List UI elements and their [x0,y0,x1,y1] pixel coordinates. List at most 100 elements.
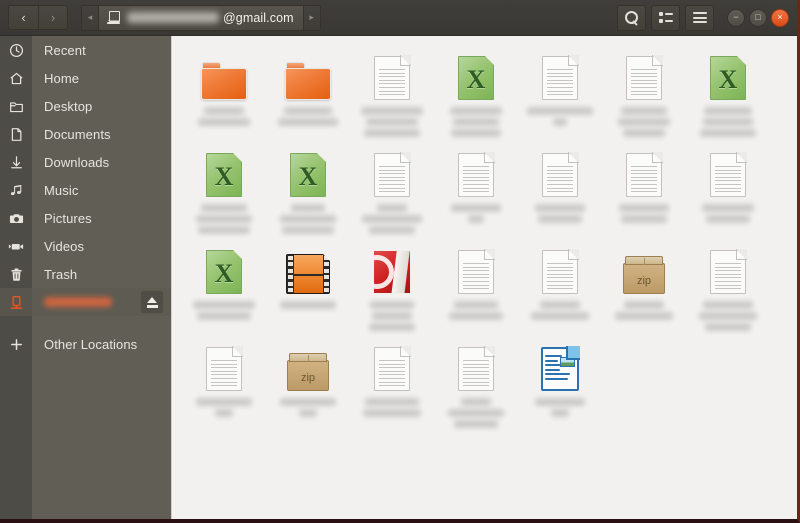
file-item[interactable] [518,335,602,432]
file-name-redacted [535,204,585,223]
file-item[interactable] [434,141,518,238]
file-grid-area[interactable]: X X X X Xzip zip [172,36,797,519]
forward-button[interactable]: › [38,5,68,30]
file-name-redacted [362,204,422,234]
sidebar-item-home[interactable]: Home [0,64,171,92]
close-button[interactable]: × [771,8,789,27]
file-item[interactable]: X [182,238,266,335]
file-item[interactable] [266,238,350,335]
spreadsheet-file-icon: X [206,249,243,294]
file-name-redacted [369,301,415,331]
sidebar-item-recent[interactable]: Recent [0,36,171,64]
archive-file-icon: zip [623,256,665,294]
file-icon-wrapper: X [710,50,747,100]
back-button[interactable]: ‹ [8,5,38,30]
document-file-icon [626,55,663,100]
file-name-redacted [196,398,252,417]
file-item[interactable] [350,238,434,335]
sidebar: Recent Home Desktop Documents Downloads … [0,36,172,519]
file-item[interactable]: X [182,141,266,238]
file-item[interactable] [182,44,266,141]
header-bar: ‹ › ◂ @gmail.com ▸ − □ × [0,0,797,36]
folder-icon [201,62,247,100]
file-name-redacted [280,398,336,417]
file-item[interactable] [350,44,434,141]
sidebar-item-other-locations[interactable]: Other Locations [0,330,171,358]
sidebar-item-downloads[interactable]: Downloads [0,148,171,176]
sidebar-item-trash[interactable]: Trash [0,260,171,288]
document-file-icon [458,249,495,294]
file-item[interactable]: X [686,44,770,141]
file-item[interactable] [182,335,266,432]
file-item[interactable] [686,141,770,238]
view-toggle-button[interactable] [651,4,680,31]
trash-icon [0,267,32,282]
sidebar-item-music[interactable]: Music [0,176,171,204]
music-note-icon [0,183,32,198]
file-name-redacted [280,204,336,234]
file-icon-wrapper [373,244,411,294]
eject-button[interactable] [141,291,163,313]
file-icon-wrapper [542,50,579,100]
file-item[interactable] [350,141,434,238]
file-name-redacted [196,204,252,234]
document-file-icon [374,152,411,197]
spreadsheet-file-icon: X [458,55,495,100]
document-icon [0,127,32,142]
file-name-redacted [363,398,421,417]
file-item[interactable]: zip [266,335,350,432]
file-item[interactable]: zip [602,238,686,335]
file-item[interactable] [518,141,602,238]
spreadsheet-file-icon: X [290,152,327,197]
file-item[interactable] [518,44,602,141]
document-file-icon [542,249,579,294]
camera-icon [0,211,32,226]
sidebar-item-pictures[interactable]: Pictures [0,204,171,232]
clock-icon [0,43,32,58]
spreadsheet-file-icon: X [710,55,747,100]
sidebar-item-mounted-drive[interactable] [0,288,171,316]
sidebar-item-label: Pictures [44,210,92,226]
file-grid: X X X X Xzip zip [180,44,797,432]
file-item[interactable] [518,238,602,335]
file-item[interactable] [266,44,350,141]
file-name-redacted [198,107,250,126]
sidebar-item-documents[interactable]: Documents [0,120,171,148]
path-breadcrumb-bar: ◂ @gmail.com ▸ [81,4,321,31]
document-file-icon [206,346,243,391]
file-item[interactable] [686,238,770,335]
file-name-redacted [527,107,593,126]
home-icon [0,71,32,86]
breadcrumb-item-drive[interactable]: @gmail.com [99,5,303,30]
search-button[interactable] [617,4,646,31]
file-name-redacted [280,301,336,309]
file-name-redacted [193,301,255,320]
file-item[interactable] [602,44,686,141]
file-item[interactable] [350,335,434,432]
sidebar-item-desktop[interactable]: Desktop [0,92,171,120]
file-icon-wrapper [458,244,495,294]
sidebar-item-label: Home [44,70,80,86]
file-item[interactable] [602,141,686,238]
sidebar-item-videos[interactable]: Videos [0,232,171,260]
maximize-button[interactable]: □ [749,8,767,27]
file-item[interactable] [434,335,518,432]
file-item[interactable]: X [434,44,518,141]
window-controls: − □ × [727,8,789,27]
file-name-redacted [278,107,338,126]
file-item[interactable] [434,238,518,335]
file-icon-wrapper [286,244,331,294]
file-name-redacted [618,107,670,137]
search-icon [625,11,638,24]
minimize-button[interactable]: − [727,8,745,27]
list-view-icon [658,12,673,23]
file-item[interactable]: X [266,141,350,238]
plus-icon [0,337,32,352]
path-scroll-right-button[interactable]: ▸ [302,5,320,30]
sidebar-item-label: Music [44,182,79,198]
path-scroll-left-button[interactable]: ◂ [82,5,99,30]
hamburger-menu-icon [692,12,707,23]
file-name-redacted [615,301,673,320]
libreoffice-writer-file-icon [541,346,580,391]
main-menu-button[interactable] [685,4,714,31]
